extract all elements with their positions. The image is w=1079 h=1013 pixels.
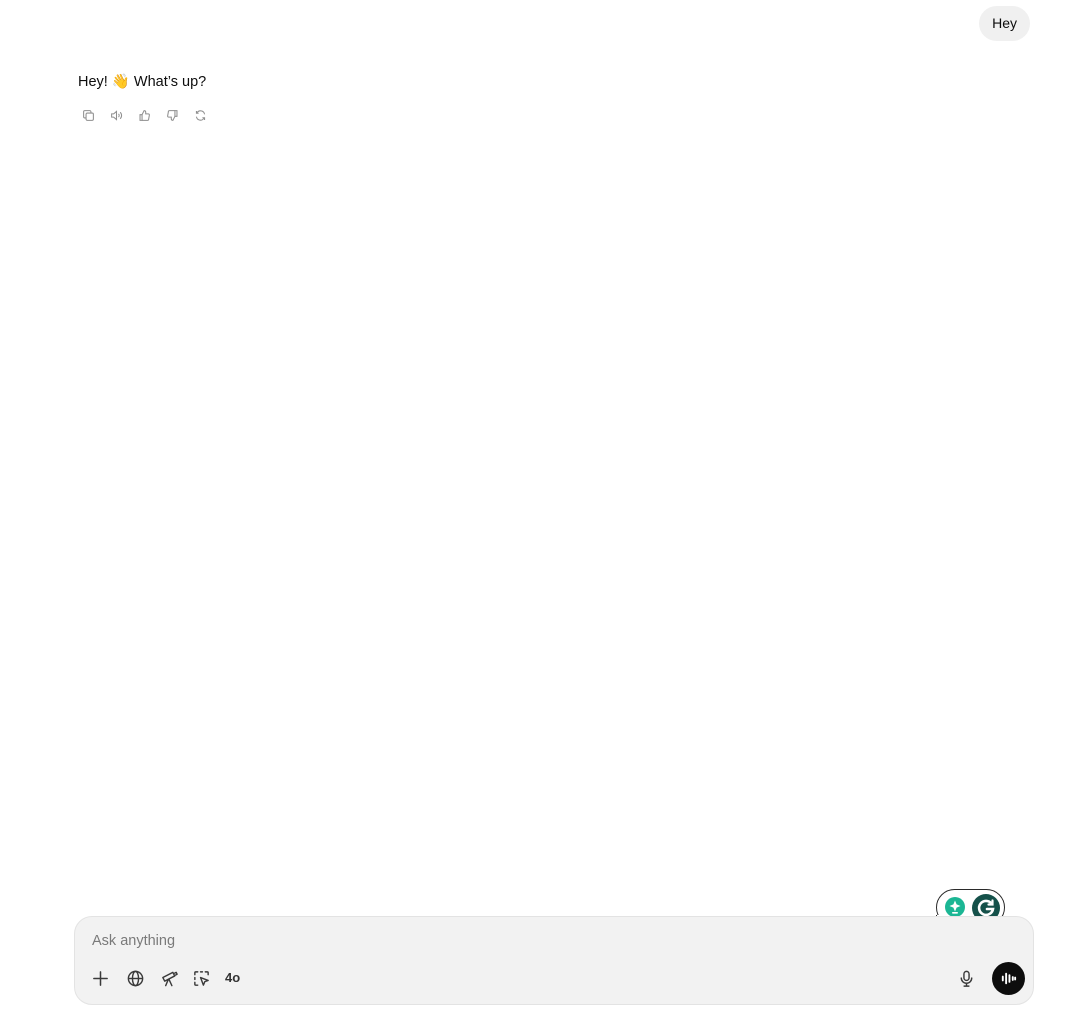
chat-page: Hey Hey! 👋 What’s up? Ask anything 4o bbox=[0, 0, 1079, 1013]
cursor-select-icon bbox=[193, 970, 209, 986]
thumbs-up-icon bbox=[139, 109, 150, 121]
globe-icon bbox=[127, 970, 143, 986]
thumbs-down-icon bbox=[166, 109, 177, 121]
user-message-bubble: Hey bbox=[979, 6, 1030, 41]
read-aloud-button[interactable] bbox=[105, 106, 127, 124]
deep-research-button[interactable] bbox=[156, 965, 182, 991]
copy-icon bbox=[82, 109, 94, 121]
plus-icon bbox=[92, 970, 108, 986]
telescope-icon bbox=[161, 971, 178, 986]
message-actions bbox=[77, 106, 211, 124]
read-aloud-icon bbox=[110, 109, 122, 121]
grammarly-spark-icon[interactable] bbox=[945, 897, 965, 917]
message-composer: 4o bbox=[74, 916, 1034, 1005]
search-web-button[interactable] bbox=[122, 965, 148, 991]
attach-button[interactable] bbox=[87, 965, 113, 991]
thumbs-up-button[interactable] bbox=[133, 106, 155, 124]
dictate-button[interactable] bbox=[953, 965, 979, 991]
prompt-input[interactable] bbox=[90, 929, 934, 953]
model-selector[interactable]: 4o bbox=[225, 970, 240, 985]
thumbs-down-button[interactable] bbox=[161, 106, 183, 124]
regenerate-button[interactable] bbox=[189, 106, 211, 124]
voice-mode-button[interactable] bbox=[992, 962, 1025, 995]
assistant-message: Hey! 👋 What’s up? bbox=[78, 74, 207, 90]
voice-waveform-icon bbox=[1001, 972, 1017, 985]
microphone-icon bbox=[960, 970, 972, 987]
regenerate-icon bbox=[195, 109, 205, 121]
operator-button[interactable] bbox=[188, 965, 214, 991]
copy-button[interactable] bbox=[77, 106, 99, 124]
